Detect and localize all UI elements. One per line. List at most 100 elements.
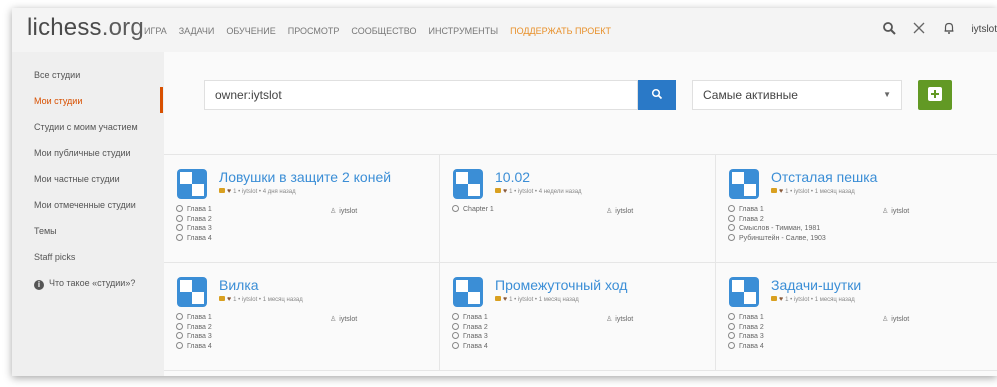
member-name: iytslot xyxy=(615,208,634,215)
study-card[interactable]: Ловушки в защите 2 коней ♥ 1 • iytslot • … xyxy=(164,155,440,263)
sidebar-item-staff-picks[interactable]: Staff picks xyxy=(34,252,75,262)
nav-watch[interactable]: ПРОСМОТР xyxy=(288,26,340,36)
nav-community[interactable]: СООБЩЕСТВО xyxy=(351,26,416,36)
study-title[interactable]: 10.02 xyxy=(495,169,530,185)
circle-icon xyxy=(452,332,459,339)
study-member: ♙ iytslot xyxy=(330,207,357,215)
chapter-item[interactable]: Глава 1 xyxy=(728,205,826,215)
study-card[interactable]: Задачи-шутки ♥ 1 • iytslot • 1 месяц наза… xyxy=(716,263,997,371)
study-title[interactable]: Промежуточный ход xyxy=(495,277,627,293)
heart-icon: ♥ xyxy=(227,188,232,195)
sidebar-item-liked-studies[interactable]: Мои отмеченные студии xyxy=(34,200,136,210)
chapter-list: Глава 1 Глава 2 Глава 3 Глава 4 xyxy=(176,313,212,351)
chapter-item[interactable]: Глава 4 xyxy=(728,341,764,352)
chapter-label: Рубинштейн - Салве, 1903 xyxy=(739,234,826,242)
study-meta: ♥ 1 • iytslot • 4 дня назад xyxy=(219,188,296,195)
chapter-item[interactable]: Глава 3 xyxy=(728,332,764,342)
chapter-item[interactable]: Рубинштейн - Салве, 1903 xyxy=(728,233,826,244)
sidebar-item-member-studies[interactable]: Студии с моим участием xyxy=(34,122,138,132)
heart-icon: ♥ xyxy=(779,296,784,303)
chapter-label: Глава 1 xyxy=(739,206,764,213)
swords-icon[interactable] xyxy=(911,21,927,37)
study-meta: ♥ 1 • iytslot • 1 месяц назад xyxy=(495,296,579,303)
chapter-item[interactable]: Глава 1 xyxy=(728,313,764,323)
new-study-button[interactable] xyxy=(918,80,952,110)
study-board-icon xyxy=(453,169,483,199)
chapter-item[interactable]: Глава 3 xyxy=(176,332,212,342)
chapter-label: Глава 2 xyxy=(463,323,488,331)
logo-tld: .org xyxy=(101,14,144,41)
logo-text: lichess xyxy=(27,14,102,41)
bell-icon[interactable] xyxy=(941,21,957,37)
sort-selected-value: Самые активные xyxy=(703,88,798,102)
study-title[interactable]: Отсталая пешка xyxy=(771,169,877,185)
chapter-item[interactable]: Глава 2 xyxy=(176,214,212,225)
search-icon[interactable] xyxy=(881,21,897,37)
chapter-item[interactable]: Глава 2 xyxy=(728,322,764,333)
sort-select[interactable]: Самые активные ▼ xyxy=(692,80,902,110)
chapter-item[interactable]: Глава 1 xyxy=(452,313,488,323)
chapter-label: Глава 4 xyxy=(187,234,212,242)
study-title[interactable]: Задачи-шутки xyxy=(771,277,861,293)
chapter-list: Глава 1 Глава 2 Смыслов - Тимман, 1981 Р… xyxy=(728,205,826,243)
sidebar-item-private-studies[interactable]: Мои частные студии xyxy=(34,174,120,184)
chapter-item[interactable]: Глава 3 xyxy=(452,332,488,342)
chapter-list: Глава 1 Глава 2 Глава 3 Глава 4 xyxy=(452,313,488,351)
nav-play[interactable]: ИГРА xyxy=(144,26,167,36)
member-icon: ♙ xyxy=(606,208,613,215)
study-card[interactable]: Вилка ♥ 1 • iytslot • 1 месяц назад Глава… xyxy=(164,263,440,371)
study-meta-text: 1 • iytslot • 1 месяц назад xyxy=(509,297,579,303)
circle-icon xyxy=(176,205,183,212)
search-input[interactable] xyxy=(204,80,638,110)
chapter-item[interactable]: Глава 4 xyxy=(176,233,212,244)
sidebar-item-topics[interactable]: Темы xyxy=(34,226,57,236)
user-menu[interactable]: iytslot xyxy=(971,24,997,35)
chapter-item[interactable]: Глава 2 xyxy=(452,322,488,333)
chapter-item[interactable]: Глава 4 xyxy=(176,341,212,352)
study-board-icon xyxy=(177,277,207,307)
site-logo[interactable]: lichess.org xyxy=(27,14,144,42)
study-card[interactable]: 10.02 ♥ 1 • iytslot • 4 недели назад Chap… xyxy=(440,155,716,263)
chapter-item[interactable]: Глава 3 xyxy=(176,224,212,234)
study-meta: ♥ 1 • iytslot • 4 недели назад xyxy=(495,188,582,195)
circle-icon xyxy=(728,205,735,212)
heart-icon: ♥ xyxy=(227,296,232,303)
nav-tools[interactable]: ИНСТРУМЕНТЫ xyxy=(428,26,498,36)
sidebar-item-public-studies[interactable]: Мои публичные студии xyxy=(34,148,131,158)
nav-donate[interactable]: ПОДДЕРЖАТЬ ПРОЕКТ xyxy=(510,26,611,36)
search-button[interactable] xyxy=(638,80,676,110)
study-member: ♙ iytslot xyxy=(882,207,909,215)
caret-down-icon: ▼ xyxy=(883,90,891,99)
sidebar-item-help[interactable]: i Что такое «студии»? xyxy=(34,278,135,290)
member-icon: ♙ xyxy=(882,208,889,215)
heart-icon: ♥ xyxy=(779,188,784,195)
circle-icon xyxy=(176,322,183,330)
study-title[interactable]: Ловушки в защите 2 коней xyxy=(219,169,391,185)
plus-square-icon xyxy=(928,86,942,101)
chapter-item[interactable]: Глава 1 xyxy=(176,205,212,215)
sidebar-item-my-studies[interactable]: Мои студии xyxy=(34,96,82,106)
member-icon: ♙ xyxy=(882,316,889,323)
study-title[interactable]: Вилка xyxy=(219,277,259,293)
chapter-label: Глава 3 xyxy=(187,333,212,340)
chapter-item[interactable]: Глава 1 xyxy=(176,313,212,323)
active-indicator xyxy=(160,87,163,113)
nav-puzzles[interactable]: ЗАДАЧИ xyxy=(179,26,215,36)
sidebar-item-all-studies[interactable]: Все студии xyxy=(34,70,80,80)
study-card[interactable]: Промежуточный ход ♥ 1 • iytslot • 1 месяц… xyxy=(440,263,716,371)
chapter-label: Глава 2 xyxy=(739,323,764,331)
info-icon: i xyxy=(34,280,44,290)
chapter-item[interactable]: Глава 2 xyxy=(176,322,212,333)
circle-icon xyxy=(452,313,459,320)
circle-icon xyxy=(176,313,183,320)
nav-learn[interactable]: ОБУЧЕНИЕ xyxy=(226,26,275,36)
circle-icon xyxy=(452,341,459,349)
member-name: iytslot xyxy=(891,316,910,323)
chapter-item[interactable]: Смыслов - Тимман, 1981 xyxy=(728,224,826,234)
study-board-icon xyxy=(729,277,759,307)
chapter-item[interactable]: Глава 4 xyxy=(452,341,488,352)
chapter-label: Глава 1 xyxy=(187,206,212,213)
chapter-item[interactable]: Chapter 1 xyxy=(452,205,494,215)
chapter-item[interactable]: Глава 2 xyxy=(728,214,826,225)
study-card[interactable]: Отсталая пешка ♥ 1 • iytslot • 1 месяц на… xyxy=(716,155,997,263)
